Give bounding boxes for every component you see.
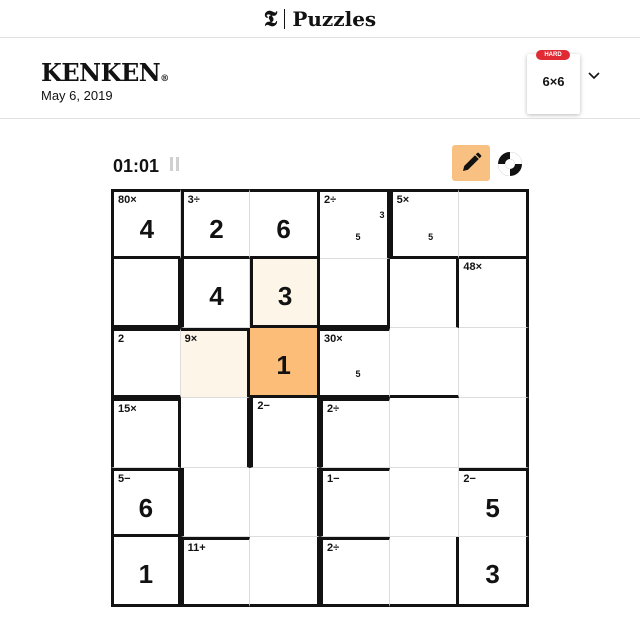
cell-value: 4 [209,280,224,311]
pencil-note: 5 [355,232,361,242]
board-cell[interactable]: 2 [111,328,181,398]
cage-clue: 2− [463,472,476,485]
cage-clue: 2− [257,399,270,412]
timer: 01:01 [113,156,160,176]
board-cell[interactable] [250,467,320,538]
board-cell[interactable] [459,189,529,259]
pencil-mode-button[interactable] [452,145,490,181]
cell-value: 3 [277,280,293,311]
pencil-notes: 5 [398,210,454,250]
board-cell[interactable]: 1 [250,328,320,398]
board-cell[interactable] [180,467,251,538]
brand-name: Puzzles [292,6,377,31]
board-size-label: 6×6 [542,74,565,89]
cell-value: 2 [209,214,224,244]
board-cell[interactable] [389,258,460,329]
size-selector-card[interactable]: HARD 6×6 [527,50,580,114]
cell-value: 3 [485,559,500,590]
board-cell[interactable]: 1− [319,467,390,538]
page-title: KENKEN® [41,58,169,87]
board-cell[interactable]: 2÷ 3 5 [319,189,390,259]
puzzle-date: May 6, 2019 [41,88,113,103]
cage-clue: 11+ [187,542,206,555]
pencil-note: 5 [355,369,361,380]
board-cell[interactable] [389,467,460,538]
nyt-t-logo-icon: 𝕿 [263,5,278,32]
logo-divider [284,8,286,29]
board-cell[interactable]: 11+ [180,537,251,607]
board-cell[interactable]: 15× [111,397,181,468]
cage-clue: 2÷ [326,402,340,415]
cage-clue: 2÷ [323,194,337,206]
cell-value: 6 [276,214,291,244]
board-cell[interactable]: 9× [180,328,251,398]
board-cell[interactable] [459,397,529,468]
cell-value: 1 [276,350,291,381]
cage-clue: 2 [118,333,125,346]
cage-clue: 3÷ [187,194,200,206]
pencil-notes: 56 [325,349,444,389]
difficulty-badge: HARD [536,50,570,60]
cell-value: 6 [138,492,154,523]
board-cell[interactable]: 48× [459,258,529,329]
pause-icon[interactable] [170,157,179,171]
board-cell[interactable]: 80× 4 [111,189,181,259]
kenken-board: 80×43÷262÷355×54348×29×130×5615×2−2÷5−61… [111,189,529,607]
cage-clue: 80× [118,194,137,206]
top-bar: 𝕿 Puzzles [0,0,640,38]
board-cell[interactable]: 30× 56 [319,328,444,398]
board-cell[interactable] [459,328,529,398]
board-cell[interactable] [319,258,390,329]
pencil-notes: 35 [325,210,384,250]
puzzles-logo[interactable]: 𝕿 Puzzles [264,6,376,32]
board-cell[interactable]: 4 [180,258,251,329]
board-cell[interactable]: 3 [459,537,529,607]
chevron-down-icon[interactable] [588,68,600,83]
board-cell[interactable]: 2÷ [319,397,390,468]
pencil-note: 3 [379,210,385,220]
cage-clue: 5− [118,472,131,485]
cage-clue: 2÷ [326,542,340,555]
board-cell[interactable] [389,537,460,607]
board-cell[interactable]: 2− [250,397,320,468]
title-text: KENKEN [41,58,161,87]
cell-value: 5 [485,492,500,523]
board-cell[interactable] [389,328,460,398]
board-cell[interactable]: 5− 6 [111,467,181,538]
board-cell[interactable]: 3 [250,258,320,329]
board-cell[interactable]: 1 [111,537,181,607]
cage-clue: 48× [463,260,482,273]
registered-mark: ® [160,74,169,84]
cage-clue: 9× [184,333,198,346]
cage-clue: 5× [396,194,410,206]
pencil-note: 5 [428,232,434,242]
board-cell[interactable] [389,397,460,468]
board-cell[interactable] [180,397,251,468]
board-cell[interactable]: 3÷ 2 [180,189,251,259]
board-cell[interactable] [111,258,181,329]
board-cell[interactable]: 2÷ [319,537,390,607]
lifebuoy-icon [498,152,522,176]
board-cell[interactable]: 6 [250,189,320,259]
cage-clue: 30× [323,333,343,346]
help-button[interactable] [496,150,524,178]
cage-clue: 1− [326,472,340,485]
cell-value: 1 [138,559,154,590]
board-cell[interactable]: 5× 5 [389,189,460,259]
game-header: KENKEN® May 6, 2019 HARD 6×6 [0,38,640,119]
board-cell[interactable]: 2− 5 [459,467,529,538]
board-cell[interactable] [250,537,320,607]
cell-value: 4 [139,214,155,244]
pencil-icon [463,152,482,171]
cage-clue: 15× [118,402,137,415]
